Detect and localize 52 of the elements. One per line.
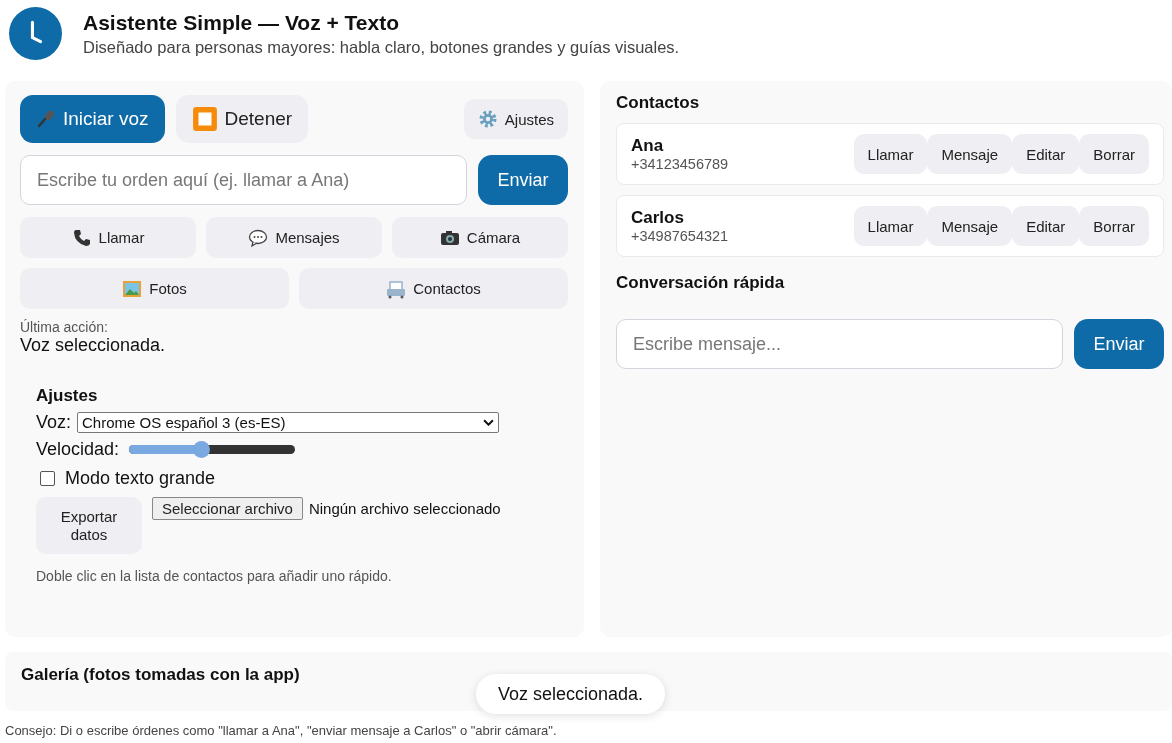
contact-action-button[interactable]: Editar: [1012, 134, 1080, 174]
contact-action-button[interactable]: Mensaje: [927, 206, 1013, 246]
speed-label: Velocidad:: [36, 439, 120, 460]
stop-icon: [191, 106, 218, 132]
framed-picture-icon: [122, 278, 143, 299]
shortcut-button[interactable]: Fotos: [20, 268, 289, 309]
last-action-label: Última acción:: [20, 319, 109, 335]
chevron-down-icon: [483, 419, 495, 426]
toast-notification: Voz seleccionada.: [476, 674, 666, 714]
voice-label: Voz:: [36, 412, 72, 433]
send-button[interactable]: Enviar: [478, 155, 568, 205]
shortcut-button[interactable]: Cámara: [392, 217, 568, 258]
clock-icon: [8, 6, 63, 61]
hint-text: Doble clic en la lista de contactos para añadir uno rápido.: [36, 568, 393, 584]
slider-thumb[interactable]: [193, 441, 211, 458]
checkbox[interactable]: [40, 471, 55, 486]
message-input[interactable]: Escribe mensaje...: [616, 319, 1063, 369]
microphone-icon: [36, 109, 56, 129]
export-button[interactable]: Exportar datos: [36, 497, 142, 554]
gallery-heading: Galería (fotos tomadas con la app): [21, 665, 301, 685]
shortcut-button[interactable]: Mensajes: [206, 217, 382, 258]
voice-select[interactable]: Chrome OS español 3 (es-ES): [77, 412, 500, 433]
contact-action-button[interactable]: Editar: [1012, 206, 1080, 246]
phone-icon: [71, 227, 92, 248]
command-input[interactable]: Escribe tu orden aquí (ej. llamar a Ana): [20, 155, 467, 205]
settings-heading: Ajustes: [36, 386, 99, 406]
contact-phone: +34123456789: [631, 156, 729, 172]
file-status: Ningún archivo seleccionado: [308, 499, 501, 519]
contact-name: Carlos: [631, 208, 685, 228]
app-subtitle: Diseñado para personas mayores: habla claro, botones grandes y guías visuales.: [83, 37, 680, 57]
settings-icon: [477, 109, 498, 129]
contacts-heading: Contactos: [616, 93, 701, 113]
contact-phone: +34987654321: [631, 228, 729, 244]
start-voice-button[interactable]: Iniciar voz: [20, 95, 165, 143]
shortcut-button[interactable]: Contactos: [299, 268, 568, 309]
contact-action-button[interactable]: Borrar: [1079, 134, 1149, 174]
chat-bubble-icon: [248, 227, 269, 248]
contact-name: Ana: [631, 136, 665, 156]
app-title: Asistente Simple — Voz + Texto: [83, 10, 401, 35]
quick-chat-heading: Conversación rápida: [616, 273, 786, 293]
contact-action-button[interactable]: Llamar: [853, 134, 928, 174]
shortcut-button[interactable]: Llamar: [20, 217, 196, 258]
last-action-value: Voz seleccionada.: [20, 335, 167, 356]
stop-button[interactable]: Detener: [175, 95, 309, 143]
checkbox-label: Modo texto grande: [65, 468, 216, 489]
settings-button[interactable]: Ajustes: [463, 99, 568, 139]
tip-text: Consejo: Di o escribe órdenes como "llamar a Ana", "enviar mensaje a Carlos" o "abrir cámara".: [5, 723, 558, 738]
contact-action-button[interactable]: Mensaje: [927, 134, 1013, 174]
contact-action-button[interactable]: Borrar: [1079, 206, 1149, 246]
contact-action-button[interactable]: Llamar: [853, 206, 928, 246]
send-button[interactable]: Enviar: [1074, 319, 1164, 369]
file-select-button[interactable]: Seleccionar archivo: [152, 497, 303, 520]
